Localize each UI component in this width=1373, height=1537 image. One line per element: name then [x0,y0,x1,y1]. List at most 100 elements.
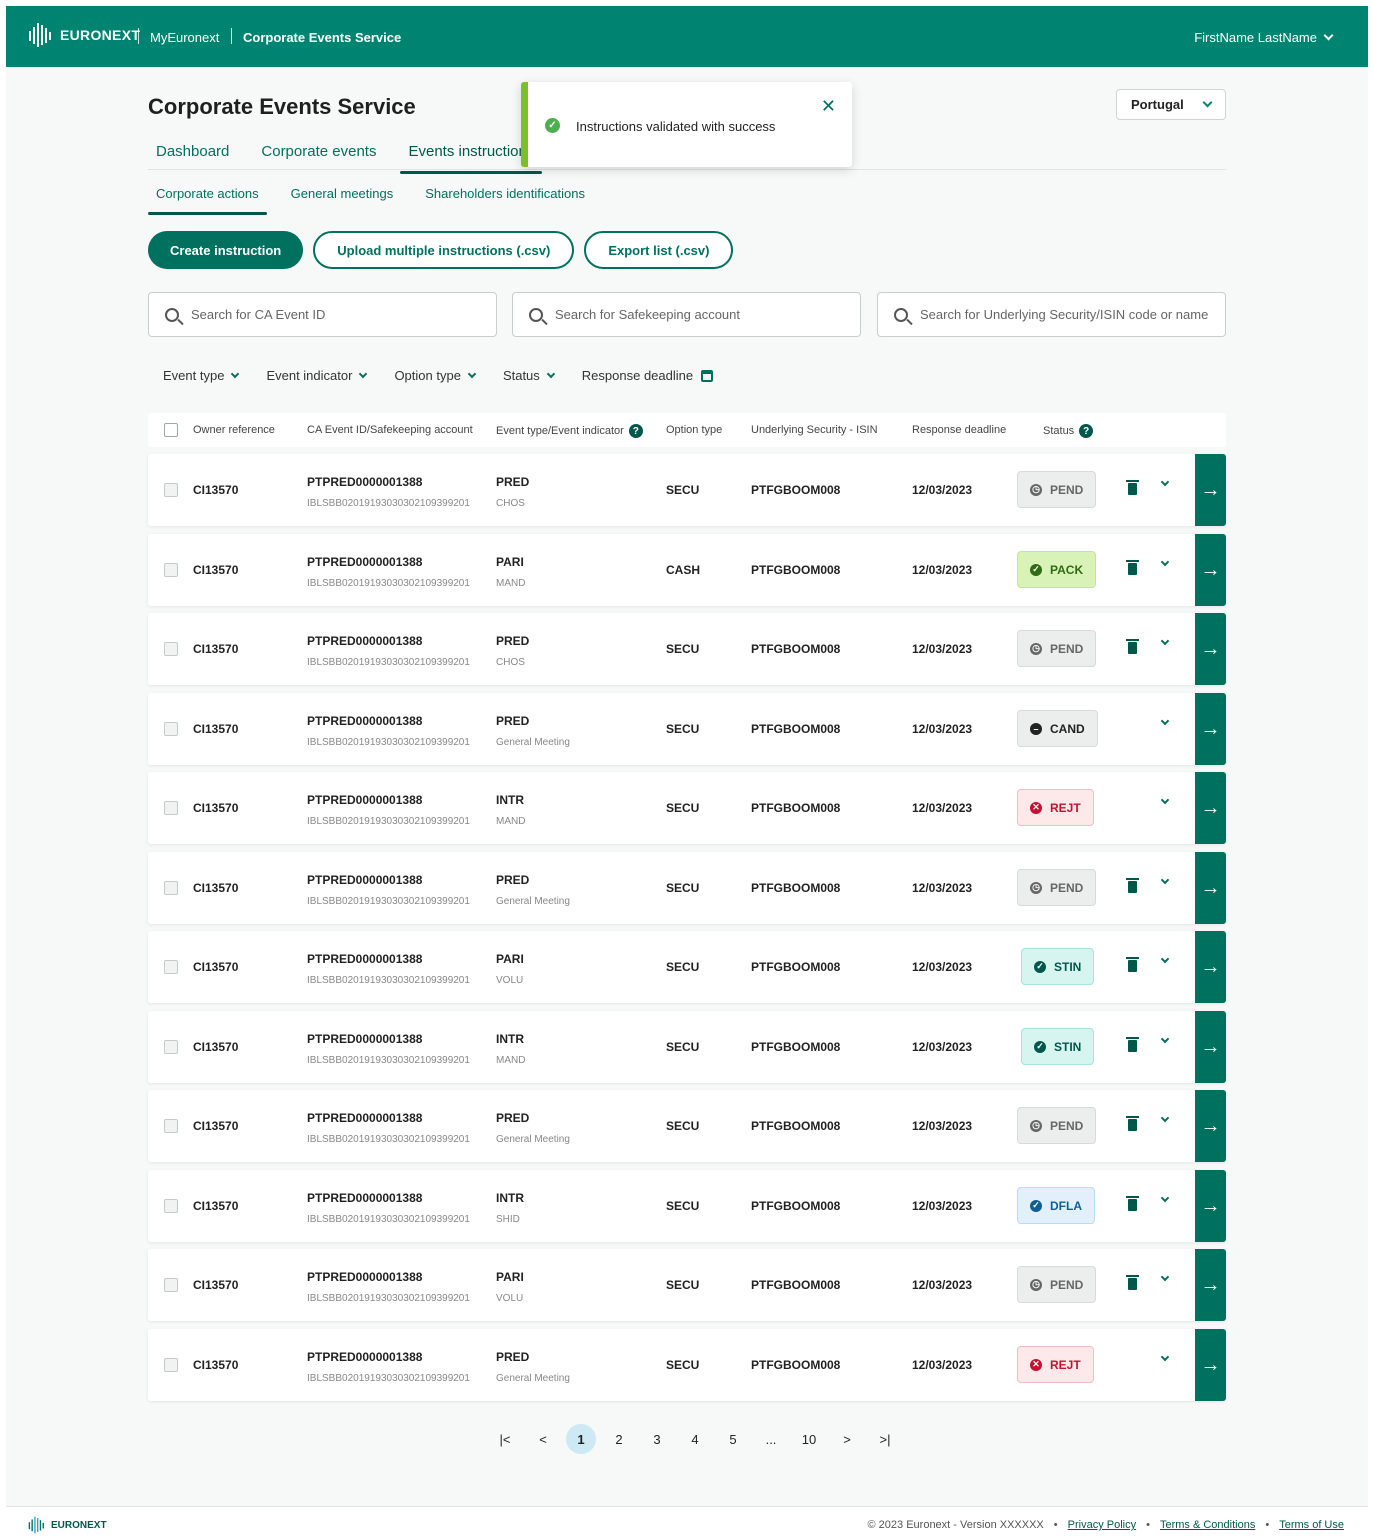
row-checkbox[interactable] [164,1278,178,1292]
table-row[interactable]: CI13570 PTPRED0000001388 IBLSBB020191930… [148,534,1226,606]
chevron-down-icon[interactable] [1160,875,1170,885]
terms-of-use-link[interactable]: Terms of Use [1279,1519,1344,1531]
chevron-down-icon[interactable] [1160,954,1170,964]
footer-logo[interactable]: EURONEXT [28,1516,107,1534]
row-checkbox[interactable] [164,801,178,815]
open-row-button[interactable]: → [1195,534,1226,606]
search-ca-event-input[interactable]: Search for CA Event ID [148,292,497,337]
row-checkbox[interactable] [164,563,178,577]
chevron-down-icon[interactable] [1160,716,1170,726]
open-row-button[interactable]: → [1195,1329,1226,1401]
help-icon[interactable]: ? [1079,424,1094,438]
open-row-button[interactable]: → [1195,693,1226,765]
page-1-button[interactable]: 1 [562,1424,600,1454]
first-page-button[interactable]: |< [486,1424,524,1454]
open-row-button[interactable]: → [1195,931,1226,1003]
subtab-shareholders-identifications[interactable]: Shareholders identifications [417,186,593,209]
table-row[interactable]: CI13570 PTPRED0000001388 IBLSBB020191930… [148,613,1226,685]
prev-page-button[interactable]: < [524,1424,562,1454]
row-checkbox[interactable] [164,483,178,497]
table-row[interactable]: CI13570 PTPRED0000001388 IBLSBB020191930… [148,1011,1226,1083]
privacy-policy-link[interactable]: Privacy Policy [1068,1519,1136,1531]
tab-corporate-events[interactable]: Corporate events [253,143,384,170]
ca-event-cell: PTPRED0000001388 IBLSBB02019193030302109… [307,714,470,748]
help-icon[interactable]: ? [628,424,643,438]
next-page-button[interactable]: > [828,1424,866,1454]
chevron-down-icon[interactable] [1160,636,1170,646]
chevron-down-icon[interactable] [1160,795,1170,805]
table-row[interactable]: CI13570 PTPRED0000001388 IBLSBB020191930… [148,1329,1226,1401]
trash-icon[interactable] [1126,639,1139,654]
myeuronext-link[interactable]: MyEuronext [150,30,219,45]
open-row-button[interactable]: → [1195,454,1226,526]
row-checkbox[interactable] [164,1358,178,1372]
search-safekeeping-input[interactable]: Search for Safekeeping account [512,292,861,337]
service-name[interactable]: Corporate Events Service [243,30,401,45]
subtab-general-meetings[interactable]: General meetings [283,186,402,209]
chevron-down-icon[interactable] [1160,1272,1170,1282]
open-row-button[interactable]: → [1195,613,1226,685]
filter-event-indicator[interactable]: Event indicator [266,368,368,383]
event-type-cell: PRED General Meeting [496,714,570,748]
table-row[interactable]: CI13570 PTPRED0000001388 IBLSBB020191930… [148,454,1226,526]
terms-conditions-link[interactable]: Terms & Conditions [1160,1519,1255,1531]
filter-status[interactable]: Status [503,368,556,383]
create-instruction-button[interactable]: Create instruction [148,231,304,269]
row-checkbox[interactable] [164,722,178,736]
row-checkbox[interactable] [164,881,178,895]
page-5-button[interactable]: 5 [714,1424,752,1454]
trash-icon[interactable] [1126,957,1139,972]
upload-csv-button[interactable]: Upload multiple instructions (.csv) [313,231,575,269]
chevron-down-icon[interactable] [1160,557,1170,567]
table-row[interactable]: CI13570 PTPRED0000001388 IBLSBB020191930… [148,931,1226,1003]
open-row-button[interactable]: → [1195,1170,1226,1242]
trash-icon[interactable] [1126,1275,1139,1290]
filter-option-type[interactable]: Option type [394,368,477,383]
country-select[interactable]: Portugal [1116,89,1226,120]
row-checkbox[interactable] [164,960,178,974]
close-icon[interactable]: ✕ [821,96,836,117]
search-underlying-input[interactable]: Search for Underlying Security/ISIN code… [877,292,1226,337]
open-row-button[interactable]: → [1195,1249,1226,1321]
page-10-button[interactable]: 10 [790,1424,828,1454]
table-row[interactable]: CI13570 PTPRED0000001388 IBLSBB020191930… [148,772,1226,844]
open-row-button[interactable]: → [1195,772,1226,844]
chevron-down-icon[interactable] [1160,1034,1170,1044]
subtab-corporate-actions[interactable]: Corporate actions [148,186,267,215]
row-checkbox[interactable] [164,1199,178,1213]
safekeeping-account: IBLSBB02019193030302109399201 [307,737,470,748]
chevron-down-icon[interactable] [1160,1193,1170,1203]
row-checkbox[interactable] [164,642,178,656]
trash-icon[interactable] [1126,1116,1139,1131]
page-3-button[interactable]: 3 [638,1424,676,1454]
open-row-button[interactable]: → [1195,1011,1226,1083]
open-row-button[interactable]: → [1195,1090,1226,1162]
page-4-button[interactable]: 4 [676,1424,714,1454]
trash-icon[interactable] [1126,480,1139,495]
table-row[interactable]: CI13570 PTPRED0000001388 IBLSBB020191930… [148,693,1226,765]
tab-dashboard[interactable]: Dashboard [148,143,237,170]
user-menu[interactable]: FirstName LastName [1194,30,1334,45]
export-list-button[interactable]: Export list (.csv) [584,231,734,269]
last-page-button[interactable]: >| [866,1424,904,1454]
filter-event-type[interactable]: Event type [163,368,240,383]
euronext-logo[interactable]: EURONEXT [28,22,140,48]
chevron-down-icon[interactable] [1160,1113,1170,1123]
trash-icon[interactable] [1126,1037,1139,1052]
chevron-down-icon[interactable] [1160,1352,1170,1362]
row-checkbox[interactable] [164,1040,178,1054]
table-row[interactable]: CI13570 PTPRED0000001388 IBLSBB020191930… [148,852,1226,924]
select-all-checkbox[interactable] [164,423,178,437]
trash-icon[interactable] [1126,1196,1139,1211]
trash-icon[interactable] [1126,560,1139,575]
open-row-button[interactable]: → [1195,852,1226,924]
filter-response-deadline[interactable]: Response deadline [582,368,714,383]
page-2-button[interactable]: 2 [600,1424,638,1454]
row-checkbox[interactable] [164,1119,178,1133]
trash-icon[interactable] [1126,878,1139,893]
status-label: PEND [1050,1277,1084,1292]
table-row[interactable]: CI13570 PTPRED0000001388 IBLSBB020191930… [148,1090,1226,1162]
table-row[interactable]: CI13570 PTPRED0000001388 IBLSBB020191930… [148,1170,1226,1242]
chevron-down-icon[interactable] [1160,477,1170,487]
table-row[interactable]: CI13570 PTPRED0000001388 IBLSBB020191930… [148,1249,1226,1321]
